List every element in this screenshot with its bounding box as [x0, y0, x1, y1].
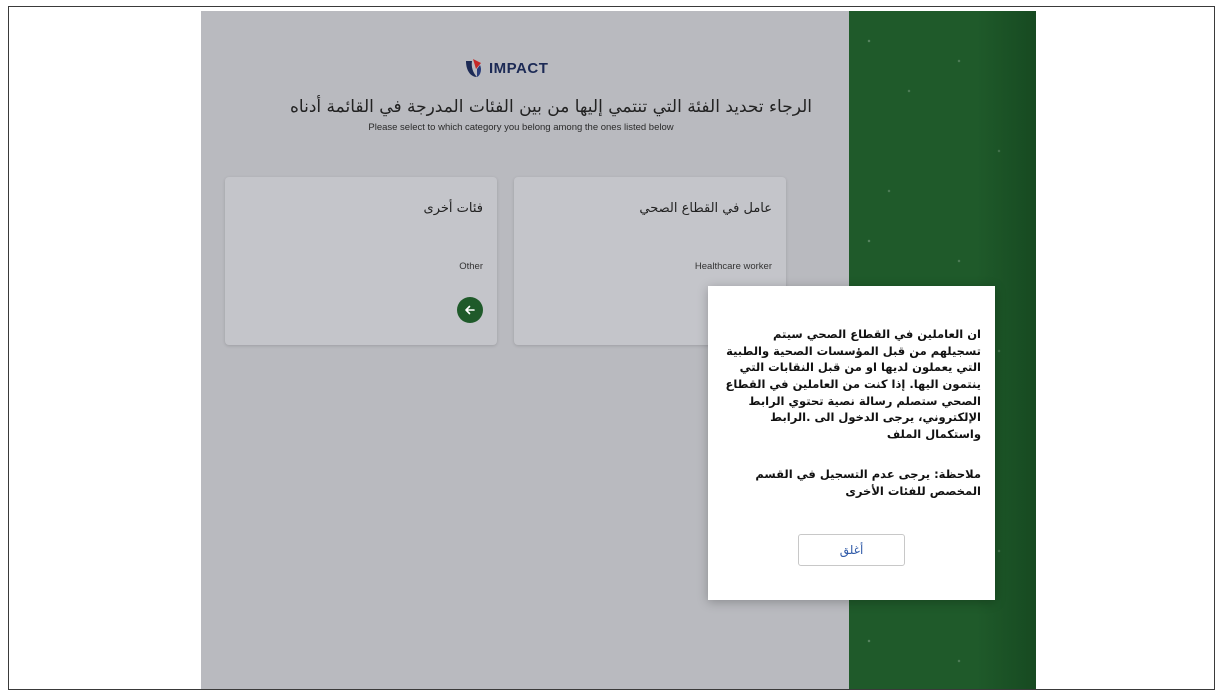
arrow-left-icon[interactable] [457, 297, 483, 323]
impact-logo-icon [466, 59, 481, 77]
category-card-other[interactable]: فئات أخرى Other [225, 177, 497, 345]
info-dialog: ان العاملين في القطاع الصحي سيتم تسجيلهم… [708, 286, 995, 600]
impact-logo: IMPACT [463, 57, 548, 79]
card-label-english: Healthcare worker [694, 261, 772, 272]
dialog-note: ملاحظة: يرجى عدم التسجيل في القسم المخصص… [755, 467, 981, 498]
card-title-arabic: فئات أخرى [423, 201, 483, 216]
page-title-english: Please select to which category you belo… [368, 122, 674, 133]
card-label-english: Other [459, 261, 483, 272]
dialog-message: ان العاملين في القطاع الصحي سيتم تسجيلهم… [725, 327, 981, 442]
arrow-left-icon-glyph [465, 305, 475, 315]
page-title-arabic: الرجاء تحديد الفئة التي تنتمي إليها من ب… [290, 97, 812, 117]
card-title-arabic: عامل في القطاع الصحي [639, 201, 772, 216]
close-button[interactable]: أغلق [798, 534, 905, 566]
logo-text: IMPACT [489, 59, 549, 77]
